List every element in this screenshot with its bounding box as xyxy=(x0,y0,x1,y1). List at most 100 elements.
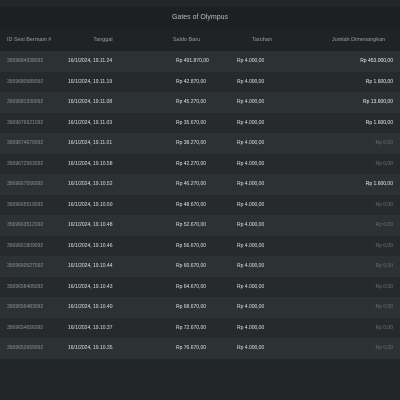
table-row[interactable]: 3569654656092 16/1/2024, 19.10.37 Rp 72.67… xyxy=(0,317,400,338)
amount-won-cell: Rp 0,00 xyxy=(297,235,400,256)
new-balance-cell: Rp 48.670,00 xyxy=(146,194,227,215)
session-id-cell: 3569661809092 xyxy=(0,235,60,256)
table-row[interactable]: 3569676621092 16/1/2024, 19.11.03 Rp 35.67… xyxy=(0,112,400,133)
date-cell: 16/1/2024, 19.10.43 xyxy=(60,276,146,297)
amount-won-cell: Rp 0,00 xyxy=(297,338,400,359)
amount-won-cell: Rp 0,00 xyxy=(297,133,400,154)
session-id-cell: 3569672563092 xyxy=(0,153,60,174)
header-date[interactable]: Tanggal xyxy=(60,29,146,51)
date-cell: 16/1/2024, 19.11.03 xyxy=(60,112,146,133)
new-balance-cell: Rp 60.670,00 xyxy=(146,256,227,277)
new-balance-cell: Rp 42.870,00 xyxy=(146,71,227,92)
date-cell: 16/1/2024, 19.11.19 xyxy=(60,71,146,92)
header-bet[interactable]: Taruhan xyxy=(227,29,297,51)
new-balance-cell: Rp 491.870,00 xyxy=(146,51,227,72)
session-id-cell: 3569658405092 xyxy=(0,276,60,297)
table-row[interactable]: 3569663512092 16/1/2024, 19.10.48 Rp 52.67… xyxy=(0,215,400,236)
date-cell: 16/1/2024, 19.11.01 xyxy=(60,133,146,154)
header-new-balance[interactable]: Saldo Baru xyxy=(146,29,227,51)
bet-cell: Rp 4.000,00 xyxy=(227,215,297,236)
table-row[interactable]: 3569674679092 16/1/2024, 19.11.01 Rp 38.27… xyxy=(0,133,400,154)
session-id-cell: 3569663512092 xyxy=(0,215,60,236)
bet-cell: Rp 4.000,00 xyxy=(227,153,297,174)
table-row[interactable]: 3569684938092 16/1/2024, 19.11.24 Rp 491.8… xyxy=(0,51,400,72)
amount-won-cell: Rp 0,00 xyxy=(297,215,400,236)
table-row[interactable]: 3569667556092 16/1/2024, 19.10.52 Rp 46.27… xyxy=(0,174,400,195)
table-row[interactable]: 3569652669092 16/1/2024, 19.10.35 Rp 76.67… xyxy=(0,338,400,359)
bet-cell: Rp 4.000,00 xyxy=(227,235,297,256)
new-balance-cell: Rp 46.270,00 xyxy=(146,174,227,195)
session-id-cell: 3569656483092 xyxy=(0,297,60,318)
history-table: ID Sesi Bermain # Tanggal Saldo Baru Tar… xyxy=(0,29,400,359)
session-id-cell: 3569660527092 xyxy=(0,256,60,277)
date-cell: 16/1/2024, 19.10.40 xyxy=(60,297,146,318)
date-cell: 16/1/2024, 19.10.44 xyxy=(60,256,146,277)
table-row[interactable]: 3569681930092 16/1/2024, 19.11.08 Rp 45.27… xyxy=(0,92,400,113)
session-id-cell: 3569654656092 xyxy=(0,317,60,338)
bet-cell: Rp 4.000,00 xyxy=(227,71,297,92)
table-row[interactable]: 3569672563092 16/1/2024, 19.10.58 Rp 42.27… xyxy=(0,153,400,174)
bet-cell: Rp 4.000,00 xyxy=(227,133,297,154)
amount-won-cell: Rp 0,00 xyxy=(297,153,400,174)
new-balance-cell: Rp 35.670,00 xyxy=(146,112,227,133)
bet-cell: Rp 4.000,00 xyxy=(227,338,297,359)
date-cell: 16/1/2024, 19.11.08 xyxy=(60,92,146,113)
header-session-id[interactable]: ID Sesi Bermain # xyxy=(0,29,60,51)
header-amount-won[interactable]: Jumlah Dimenangkan xyxy=(297,29,400,51)
session-id-cell: 3569665519092 xyxy=(0,194,60,215)
amount-won-cell: Rp 0,00 xyxy=(297,317,400,338)
table-row[interactable]: 3569660527092 16/1/2024, 19.10.44 Rp 60.67… xyxy=(0,256,400,277)
session-id-cell: 3569667556092 xyxy=(0,174,60,195)
new-balance-cell: Rp 68.670,00 xyxy=(146,297,227,318)
amount-won-cell: Rp 0,00 xyxy=(297,194,400,215)
session-id-cell: 3569676621092 xyxy=(0,112,60,133)
table-row[interactable]: 3569656483092 16/1/2024, 19.10.40 Rp 68.67… xyxy=(0,297,400,318)
bet-cell: Rp 4.000,00 xyxy=(227,112,297,133)
table-row[interactable]: 3569658405092 16/1/2024, 19.10.43 Rp 64.67… xyxy=(0,276,400,297)
new-balance-cell: Rp 38.270,00 xyxy=(146,133,227,154)
amount-won-cell: Rp 1.600,00 xyxy=(297,71,400,92)
new-balance-cell: Rp 64.670,00 xyxy=(146,276,227,297)
session-id-cell: 3569674679092 xyxy=(0,133,60,154)
bet-cell: Rp 4.000,00 xyxy=(227,194,297,215)
new-balance-cell: Rp 72.670,00 xyxy=(146,317,227,338)
date-cell: 16/1/2024, 19.10.46 xyxy=(60,235,146,256)
bet-cell: Rp 4.000,00 xyxy=(227,276,297,297)
session-id-cell: 3569652669092 xyxy=(0,338,60,359)
session-id-cell: 3569681930092 xyxy=(0,92,60,113)
amount-won-cell: Rp 0,00 xyxy=(297,297,400,318)
date-cell: 16/1/2024, 19.10.52 xyxy=(60,174,146,195)
bet-cell: Rp 4.000,00 xyxy=(227,174,297,195)
amount-won-cell: Rp 0,00 xyxy=(297,256,400,277)
date-cell: 16/1/2024, 19.10.58 xyxy=(60,153,146,174)
history-panel: Gates of Olympus ID Sesi Bermain # Tangg… xyxy=(0,7,400,359)
new-balance-cell: Rp 52.670,00 xyxy=(146,215,227,236)
bet-cell: Rp 4.000,00 xyxy=(227,256,297,277)
session-id-cell: 3569684938092 xyxy=(0,51,60,72)
bet-cell: Rp 4.000,00 xyxy=(227,51,297,72)
table-header: ID Sesi Bermain # Tanggal Saldo Baru Tar… xyxy=(0,29,400,51)
table-row[interactable]: 3569680589092 16/1/2024, 19.11.19 Rp 42.87… xyxy=(0,71,400,92)
date-cell: 16/1/2024, 19.10.50 xyxy=(60,194,146,215)
new-balance-cell: Rp 42.270,00 xyxy=(146,153,227,174)
table-row[interactable]: 3569661809092 16/1/2024, 19.10.46 Rp 56.67… xyxy=(0,235,400,256)
table-body: 3569684938092 16/1/2024, 19.11.24 Rp 491.8… xyxy=(0,51,400,359)
date-cell: 16/1/2024, 19.10.48 xyxy=(60,215,146,236)
bet-cell: Rp 4.000,00 xyxy=(227,317,297,338)
amount-won-cell: Rp 453.000,00 xyxy=(297,51,400,72)
new-balance-cell: Rp 76.670,00 xyxy=(146,338,227,359)
game-title: Gates of Olympus xyxy=(171,14,229,21)
date-cell: 16/1/2024, 19.10.37 xyxy=(60,317,146,338)
amount-won-cell: Rp 0,00 xyxy=(297,276,400,297)
amount-won-cell: Rp 1.600,00 xyxy=(297,112,400,133)
session-id-cell: 3569680589092 xyxy=(0,71,60,92)
new-balance-cell: Rp 45.270,00 xyxy=(146,92,227,113)
bet-cell: Rp 4.000,00 xyxy=(227,297,297,318)
new-balance-cell: Rp 56.670,00 xyxy=(146,235,227,256)
bet-cell: Rp 4.000,00 xyxy=(227,92,297,113)
date-cell: 16/1/2024, 19.10.35 xyxy=(60,338,146,359)
table-row[interactable]: 3569665519092 16/1/2024, 19.10.50 Rp 48.67… xyxy=(0,194,400,215)
amount-won-cell: Rp 13.600,00 xyxy=(297,92,400,113)
date-cell: 16/1/2024, 19.11.24 xyxy=(60,51,146,72)
amount-won-cell: Rp 1.600,00 xyxy=(297,174,400,195)
